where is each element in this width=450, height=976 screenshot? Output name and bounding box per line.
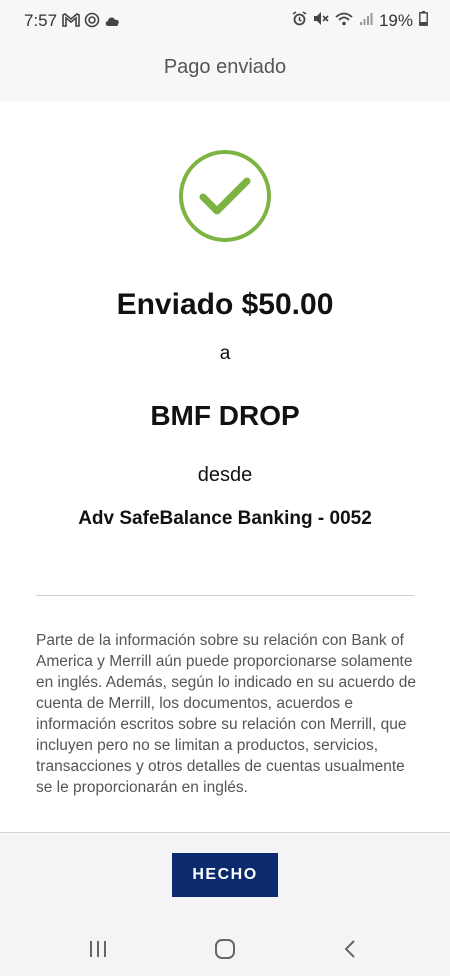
top-bar: 7:57 19% Pago enviado	[0, 0, 450, 102]
payment-sent-screen: 7:57 19% Pago enviado Enviado $50.00 a B…	[0, 0, 450, 976]
alarm-icon	[292, 11, 307, 31]
page-title: Pago enviado	[163, 56, 287, 78]
wifi-icon	[335, 12, 353, 31]
divider	[36, 595, 414, 596]
status-right-icons: 19%	[292, 11, 428, 31]
battery-percent: 19%	[378, 11, 413, 30]
notification-icons	[62, 12, 121, 33]
from-label: desde	[197, 464, 253, 486]
to-label: a	[219, 343, 231, 364]
language-disclaimer: Parte de la información sobre su relació…	[36, 632, 417, 796]
recent-apps-icon[interactable]	[78, 929, 118, 969]
vpn-icon	[84, 12, 100, 33]
signal-icon	[359, 12, 373, 31]
checkmark-circle-icon	[177, 148, 273, 244]
cloud-icon	[104, 14, 121, 32]
mute-icon	[313, 11, 329, 31]
home-icon[interactable]	[205, 929, 245, 969]
battery-icon	[419, 11, 428, 31]
system-nav-bar	[0, 929, 450, 969]
gmail-icon	[62, 13, 80, 32]
footer: HECHO	[0, 832, 450, 976]
sent-amount: Enviado $50.00	[116, 288, 334, 321]
back-icon[interactable]	[330, 929, 370, 969]
status-bar: 7:57 19%	[0, 0, 450, 42]
recipient-name: BMF DROP	[150, 400, 300, 431]
status-time: 7:57	[24, 11, 58, 30]
source-account: Adv SafeBalance Banking - 0052	[78, 508, 372, 529]
done-button[interactable]: HECHO	[172, 853, 278, 897]
